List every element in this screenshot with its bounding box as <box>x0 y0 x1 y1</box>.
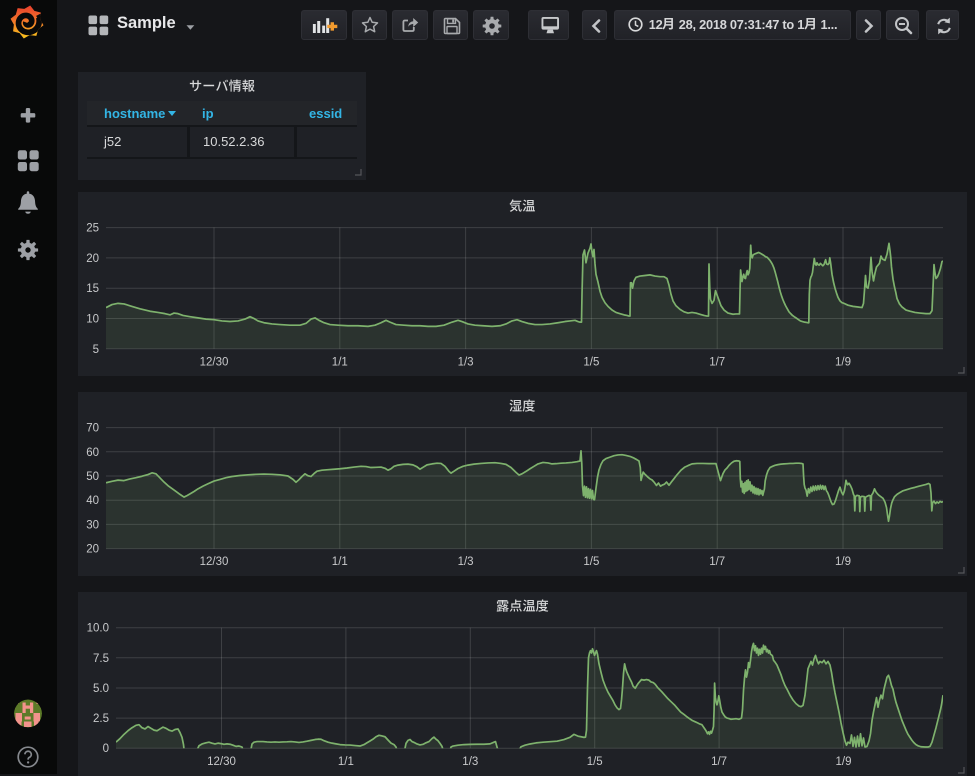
svg-text:30: 30 <box>86 519 99 531</box>
svg-text:1/7: 1/7 <box>709 356 725 368</box>
svg-text:1/3: 1/3 <box>458 556 474 568</box>
svg-text:50: 50 <box>86 471 99 483</box>
svg-text:15: 15 <box>86 283 99 295</box>
svg-text:1/5: 1/5 <box>587 756 603 768</box>
svg-text:20: 20 <box>86 253 99 265</box>
svg-text:20: 20 <box>86 544 99 556</box>
svg-text:12/30: 12/30 <box>200 556 229 568</box>
svg-text:2.5: 2.5 <box>93 713 109 725</box>
svg-text:1/7: 1/7 <box>709 556 725 568</box>
svg-text:1/3: 1/3 <box>462 756 478 768</box>
svg-text:1/1: 1/1 <box>332 556 348 568</box>
svg-text:0: 0 <box>103 743 109 755</box>
svg-text:1/5: 1/5 <box>583 556 599 568</box>
svg-text:1/7: 1/7 <box>711 756 727 768</box>
svg-text:40: 40 <box>86 495 99 507</box>
svg-text:60: 60 <box>86 447 99 459</box>
svg-text:10.0: 10.0 <box>87 623 109 635</box>
svg-text:25: 25 <box>86 223 99 235</box>
svg-text:1/3: 1/3 <box>458 356 474 368</box>
svg-text:12/30: 12/30 <box>200 356 229 368</box>
svg-text:10: 10 <box>86 314 99 326</box>
svg-text:1/9: 1/9 <box>835 356 851 368</box>
svg-text:5: 5 <box>93 344 99 356</box>
svg-text:70: 70 <box>86 423 99 435</box>
svg-text:1/5: 1/5 <box>583 356 599 368</box>
svg-text:5.0: 5.0 <box>93 683 109 695</box>
svg-text:1/9: 1/9 <box>835 556 851 568</box>
svg-text:7.5: 7.5 <box>93 653 109 665</box>
svg-text:1/9: 1/9 <box>836 756 852 768</box>
svg-text:1/1: 1/1 <box>332 356 348 368</box>
svg-text:12/30: 12/30 <box>207 756 236 768</box>
svg-text:1/1: 1/1 <box>338 756 354 768</box>
